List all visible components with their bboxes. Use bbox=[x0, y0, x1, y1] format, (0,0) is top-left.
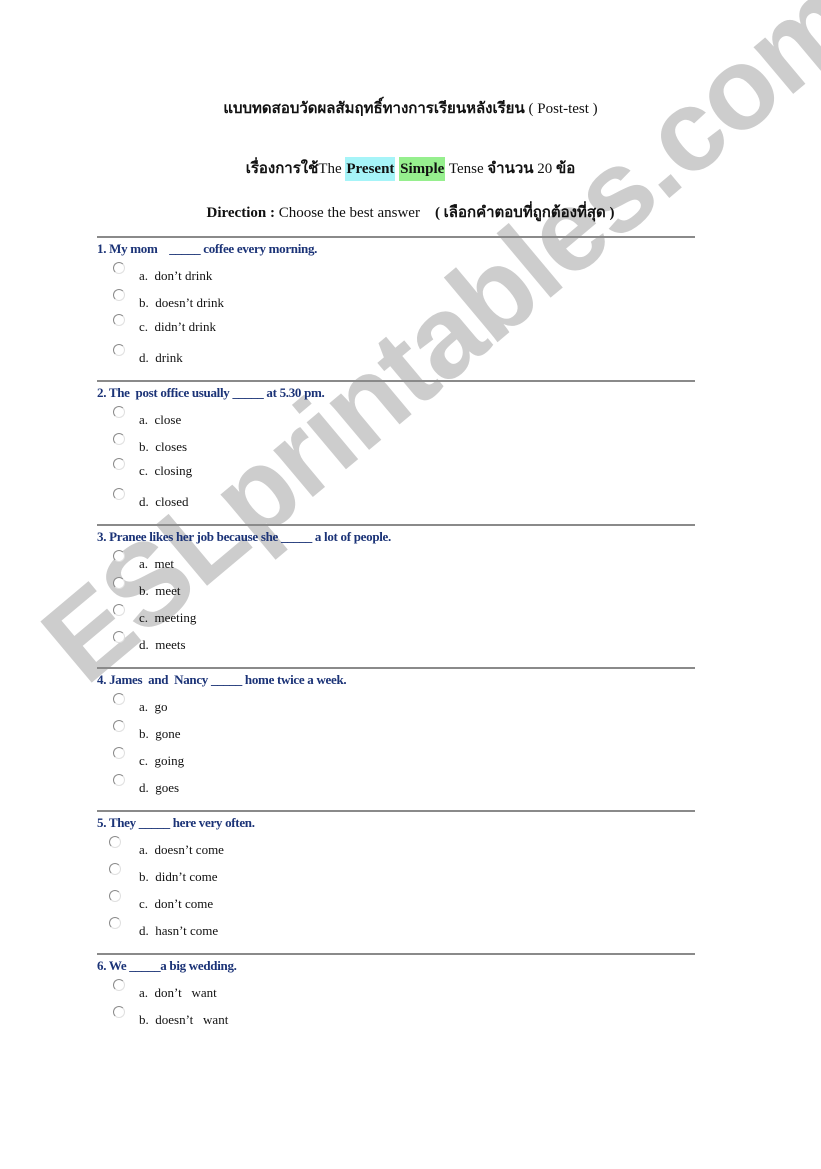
option-label: d. meets bbox=[139, 637, 186, 652]
subtitle-the: The bbox=[318, 161, 342, 177]
highlight-simple: Simple bbox=[399, 157, 446, 181]
subtitle-count-label: จำนวน bbox=[487, 161, 534, 177]
option-label: b. doesn’t drink bbox=[139, 295, 224, 310]
option-label: d. closed bbox=[139, 494, 189, 509]
question-stem: 1. My mom _____ coffee every morning. bbox=[97, 241, 318, 256]
radio-button[interactable] bbox=[113, 1006, 125, 1018]
option-label: d. hasn’t come bbox=[139, 923, 219, 938]
radio-button[interactable] bbox=[113, 433, 125, 445]
subtitle-tense: Tense bbox=[448, 161, 484, 177]
option-label: b. meet bbox=[139, 583, 181, 598]
question-1: 1. My mom _____ coffee every morning. a.… bbox=[97, 236, 695, 365]
question-2: 2. The post office usually _____ at 5.30… bbox=[97, 380, 695, 509]
directions: Direction : Choose the best answer ( เลื… bbox=[0, 200, 821, 224]
subtitle-prefix: เรื่องการใช้ bbox=[245, 161, 319, 177]
option-label: b. gone bbox=[139, 726, 181, 741]
radio-button[interactable] bbox=[109, 917, 121, 929]
option-label: c. closing bbox=[139, 463, 193, 478]
option-label: b. closes bbox=[139, 439, 188, 454]
option-label: a. don’t want bbox=[139, 985, 217, 1000]
option-label: b. doesn’t want bbox=[139, 1012, 229, 1027]
question-stem: 4. James and Nancy _____ home twice a we… bbox=[97, 672, 347, 687]
divider bbox=[97, 524, 695, 526]
radio-button[interactable] bbox=[113, 406, 125, 418]
option-label: a. go bbox=[139, 699, 168, 714]
title-thai: แบบทดสอบวัดผลสัมฤทธิ์ทางการเรียนหลังเรีย… bbox=[223, 101, 525, 117]
option-label: d. goes bbox=[139, 780, 180, 795]
option-label: b. didn’t come bbox=[139, 869, 218, 884]
radio-button[interactable] bbox=[113, 979, 125, 991]
subtitle-items-label: ข้อ bbox=[556, 161, 576, 177]
radio-button[interactable] bbox=[113, 774, 125, 786]
radio-button[interactable] bbox=[113, 262, 125, 274]
question-stem: 5. They _____ here very often. bbox=[97, 815, 255, 830]
title-en: ( Post-test ) bbox=[528, 101, 598, 117]
radio-button[interactable] bbox=[113, 344, 125, 356]
option-label: a. doesn’t come bbox=[139, 842, 224, 857]
radio-button[interactable] bbox=[113, 550, 125, 562]
option-label: c. don’t come bbox=[139, 896, 214, 911]
highlight-present: Present bbox=[345, 157, 396, 181]
question-4: 4. James and Nancy _____ home twice a we… bbox=[97, 667, 695, 795]
option-label: d. drink bbox=[139, 350, 183, 365]
radio-button[interactable] bbox=[113, 693, 125, 705]
question-5: 5. They _____ here very often. a. doesn’… bbox=[97, 810, 695, 938]
divider bbox=[97, 953, 695, 955]
option-label: a. don’t drink bbox=[139, 268, 213, 283]
direction-text: Choose the best answer bbox=[278, 205, 420, 221]
divider bbox=[97, 380, 695, 382]
subtitle-count: 20 bbox=[537, 161, 553, 177]
radio-button[interactable] bbox=[113, 720, 125, 732]
option-label: a. close bbox=[139, 412, 182, 427]
radio-button[interactable] bbox=[113, 314, 125, 326]
divider bbox=[97, 810, 695, 812]
question-stem: 3. Pranee likes her job because she ____… bbox=[97, 529, 391, 544]
radio-button[interactable] bbox=[109, 890, 121, 902]
option-label: c. meeting bbox=[139, 610, 197, 625]
radio-button[interactable] bbox=[113, 631, 125, 643]
radio-button[interactable] bbox=[113, 488, 125, 500]
option-label: a. met bbox=[139, 556, 175, 571]
question-3: 3. Pranee likes her job because she ____… bbox=[97, 524, 695, 652]
radio-button[interactable] bbox=[113, 604, 125, 616]
question-stem: 6. We _____a big wedding. bbox=[97, 958, 237, 973]
radio-button[interactable] bbox=[113, 577, 125, 589]
page-subtitle: เรื่องการใช้The Present Simple Tense จำน… bbox=[0, 156, 821, 181]
question-6: 6. We _____a big wedding. a. don’t want … bbox=[97, 953, 695, 1027]
radio-button[interactable] bbox=[113, 289, 125, 301]
option-label: c. didn’t drink bbox=[139, 319, 217, 334]
direction-label: Direction : bbox=[206, 205, 275, 221]
radio-button[interactable] bbox=[113, 747, 125, 759]
radio-button[interactable] bbox=[109, 836, 121, 848]
divider bbox=[97, 667, 695, 669]
option-label: c. going bbox=[139, 753, 185, 768]
divider bbox=[97, 236, 695, 238]
radio-button[interactable] bbox=[113, 458, 125, 470]
page-title: แบบทดสอบวัดผลสัมฤทธิ์ทางการเรียนหลังเรีย… bbox=[0, 96, 821, 120]
question-stem: 2. The post office usually _____ at 5.30… bbox=[97, 385, 325, 400]
direction-thai: ( เลือกคำตอบที่ถูกต้องที่สุด ) bbox=[434, 205, 615, 221]
radio-button[interactable] bbox=[109, 863, 121, 875]
